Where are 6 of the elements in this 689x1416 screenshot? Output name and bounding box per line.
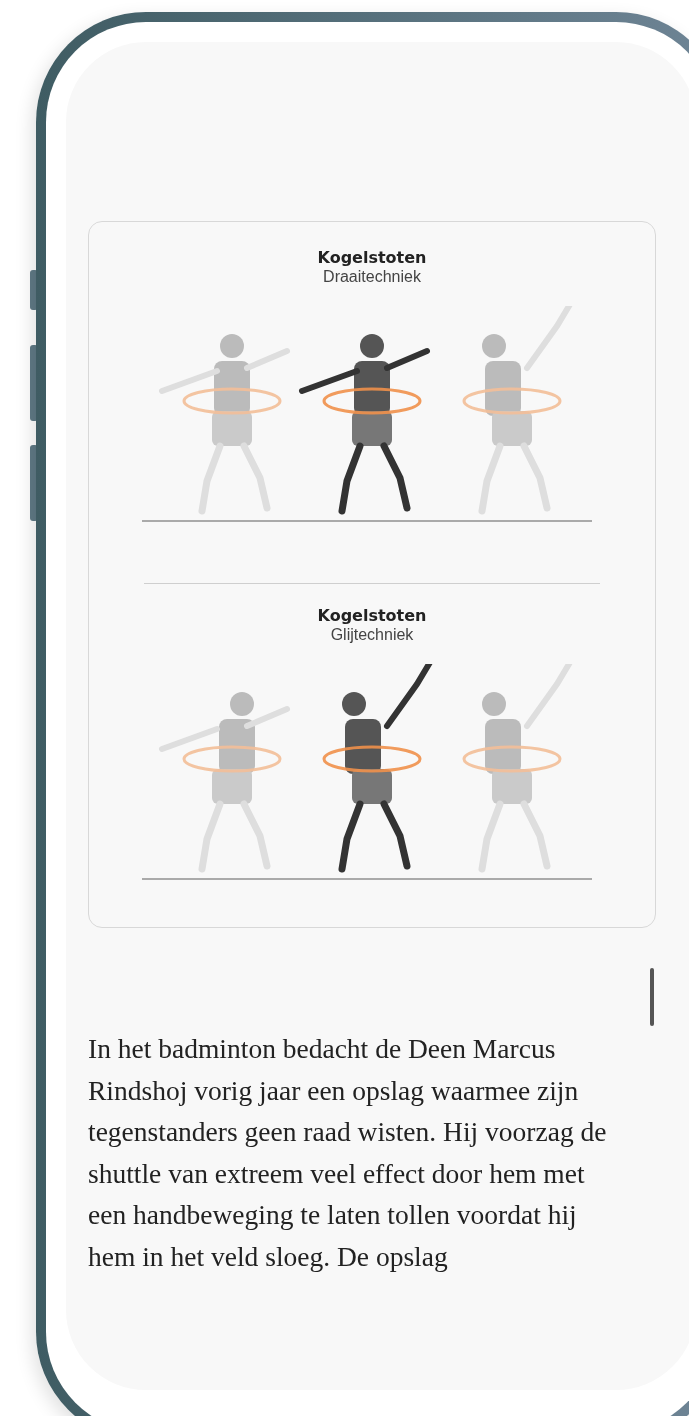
article-paragraph: In het badminton bedacht de Deen Marcus Rindshoj vorig jaar een opslag waarmee zijn tegenstanders geen raad wisten. Hij voorzag de shuttle van extreem veel effect door hem met een handbeweging te laten tollen voordat hij hem in het veld sloeg. De opslag <box>88 1032 608 1274</box>
figure-title: Kogelstoten <box>317 248 427 268</box>
scroll-indicator <box>650 968 654 1026</box>
figure-subtitle: Glijtechniek <box>330 626 414 644</box>
figure-title: Kogelstoten <box>317 606 427 626</box>
figure-subtitle: Draaitechniek <box>323 268 421 286</box>
